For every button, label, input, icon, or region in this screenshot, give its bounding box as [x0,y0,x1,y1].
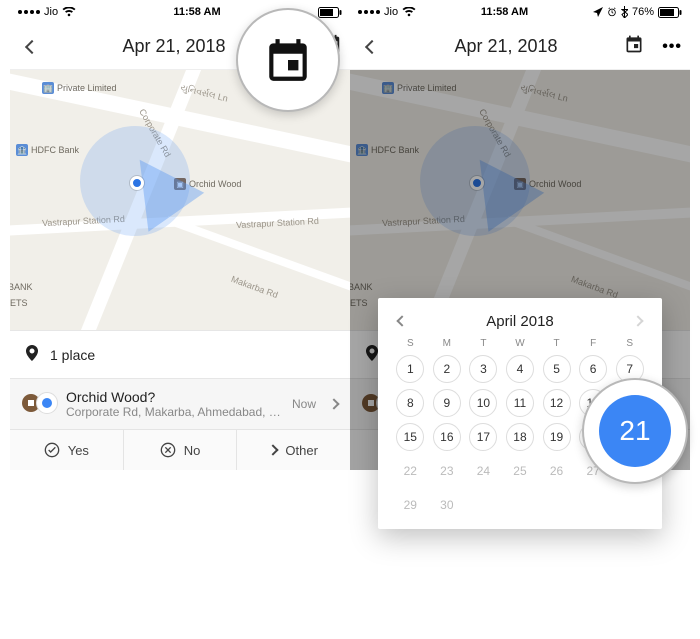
calendar-next-month[interactable] [634,312,642,330]
signal-icon [358,10,380,14]
calendar-day[interactable]: 17 [469,423,497,451]
highlight-calendar-icon [236,8,340,112]
signal-icon [18,10,40,14]
timeline-item-name: Orchid Wood? [66,389,282,405]
calendar-icon[interactable] [624,34,644,59]
calendar-day[interactable]: 18 [506,423,534,451]
places-summary: 1 place [10,330,350,379]
header-bar: Apr 21, 2018 ••• [350,24,690,70]
calendar-weekday-row: SMTWTFS [392,338,648,349]
timeline-item-icon [22,392,56,416]
calendar-day[interactable]: 2 [433,355,461,383]
calendar-day: 22 [396,457,424,485]
no-button[interactable]: No [124,430,238,470]
wifi-icon [62,7,76,17]
calendar-day[interactable]: 9 [433,389,461,417]
calendar-day[interactable]: 12 [543,389,571,417]
confirm-bar: Yes No Other [10,429,350,470]
calendar-day: 26 [543,457,571,485]
calendar-month-label: April 2018 [486,313,554,330]
my-location-dot [130,176,144,190]
poi-private-limited[interactable]: 🏢Private Limited [42,82,117,94]
calendar-day: 29 [396,491,424,519]
calendar-prev-month[interactable] [398,312,406,330]
battery-percent: 76% [632,6,654,18]
calendar-day[interactable]: 11 [506,389,534,417]
calendar-day: 24 [469,457,497,485]
calendar-day[interactable]: 15 [396,423,424,451]
road-label: Makarba Rd [230,274,279,300]
timeline-item[interactable]: Orchid Wood? Corporate Rd, Makarba, Ahme… [10,379,350,429]
calendar-day[interactable]: 16 [433,423,461,451]
location-services-icon [593,7,603,17]
calendar-day[interactable]: 4 [506,355,534,383]
poi-ets: ETS [10,298,28,308]
header-date: Apr 21, 2018 [386,36,626,57]
highlight-day-label: 21 [599,395,671,467]
calendar-day[interactable]: 5 [543,355,571,383]
carrier-label: Jio [384,6,398,18]
poi-hdfc[interactable]: 🏦HDFC Bank [16,144,79,156]
poi-bank: BANK [10,282,33,292]
highlight-selected-day: 21 [582,378,688,484]
place-pin-icon [26,345,40,364]
battery-icon [318,7,342,18]
calendar-day[interactable]: 10 [469,389,497,417]
wifi-icon [402,7,416,17]
bluetooth-icon [621,6,628,18]
calendar-day[interactable]: 19 [543,423,571,451]
other-button[interactable]: Other [237,430,350,470]
chevron-right-icon [330,395,338,413]
yes-button[interactable]: Yes [10,430,124,470]
calendar-day[interactable]: 8 [396,389,424,417]
calendar-day[interactable]: 1 [396,355,424,383]
battery-icon [658,7,682,18]
calendar-day[interactable]: 3 [469,355,497,383]
calendar-day[interactable]: 6 [579,355,607,383]
status-bar: Jio 11:58 AM 76% [350,0,690,24]
timeline-item-now: Now [292,397,316,411]
calendar-day: 30 [433,491,461,519]
timeline-item-address: Corporate Rd, Makarba, Ahmedabad, Gujara… [66,405,282,419]
more-icon[interactable]: ••• [662,38,682,56]
back-button[interactable] [18,42,46,52]
back-button[interactable] [358,42,386,52]
carrier-label: Jio [44,6,58,18]
calendar-day: 25 [506,457,534,485]
alarm-icon [607,7,617,17]
status-time: 11:58 AM [173,6,220,18]
places-count-label: 1 place [50,347,95,363]
calendar-day: 23 [433,457,461,485]
status-time: 11:58 AM [481,6,528,18]
